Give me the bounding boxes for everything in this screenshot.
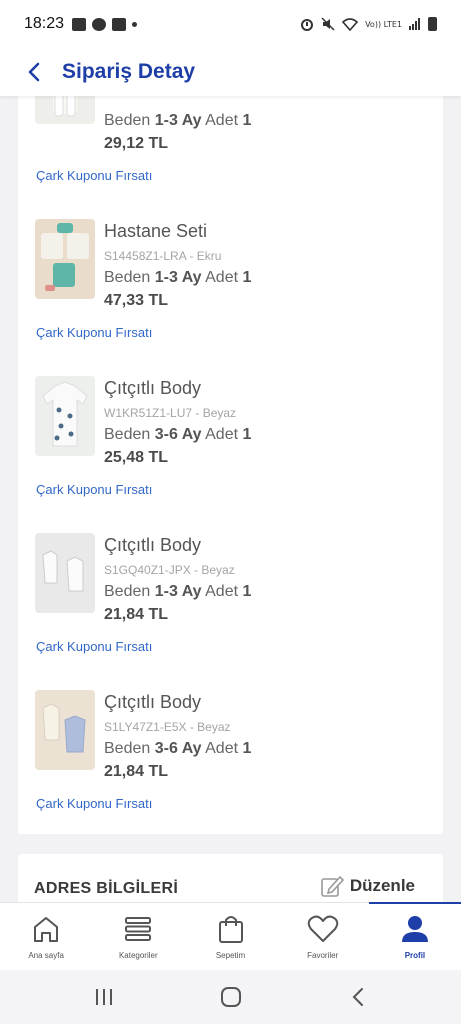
- product-price: 25,48 TL: [104, 449, 169, 466]
- product-code: S14458Z1-LRA - Ekru: [104, 249, 222, 263]
- product-photo-icon: [42, 381, 88, 447]
- nav-item-profile[interactable]: Profil: [368, 902, 461, 970]
- network-text: Vo)) LTE1: [365, 19, 402, 29]
- product-item: Hastane Seti S14458Z1-LRA - Ekru Beden 1…: [18, 219, 443, 376]
- product-price: 29,12 TL: [104, 135, 169, 152]
- mute-icon: [321, 17, 335, 31]
- product-price: 47,33 TL: [104, 292, 169, 309]
- product-image[interactable]: [35, 96, 95, 124]
- product-name: Hastane Seti: [104, 221, 208, 241]
- nav-label: Favoriler: [307, 951, 339, 960]
- address-card: ADRES BİLGİLERİ Düzenle: [18, 854, 443, 902]
- recent-apps-icon: [95, 989, 112, 1005]
- nav-label: Sepetim: [215, 951, 246, 960]
- product-item: Çıtçıtlı Body S1GQ40Z1-JPX - Beyaz Beden…: [18, 533, 443, 690]
- product-size: Beden 3-6 Ay Adet 1: [104, 740, 252, 757]
- home-circle-icon: [220, 987, 241, 1007]
- battery-icon: [428, 17, 437, 31]
- product-image[interactable]: [35, 219, 95, 299]
- content-scroll-area[interactable]: Beden 1-3 Ay Adet 1 29,12 TL Çark Kuponu…: [0, 96, 461, 902]
- product-item: Beden 1-3 Ay Adet 1 29,12 TL Çark Kuponu…: [18, 96, 443, 219]
- product-code: W1KR51Z1-LU7 - Beyaz: [104, 406, 237, 420]
- product-item: Çıtçıtlı Body S1LY47Z1-E5X - Beyaz Beden…: [18, 690, 443, 847]
- product-photo-icon: [41, 223, 89, 291]
- recent-apps-button[interactable]: [84, 977, 124, 1017]
- chevron-left-icon: [28, 62, 40, 82]
- nav-item-favorites[interactable]: Favoriler: [277, 903, 369, 970]
- product-image[interactable]: [35, 690, 95, 770]
- edit-address-button[interactable]: Düzenle: [320, 874, 415, 898]
- shopping-bag-icon: [218, 916, 243, 943]
- message-notification-icon: [112, 17, 127, 31]
- back-button[interactable]: [14, 52, 54, 92]
- edit-icon: [321, 875, 344, 897]
- nav-label: Profil: [404, 951, 426, 960]
- product-name: Çıtçıtlı Body: [104, 692, 202, 712]
- coupon-link[interactable]: Çark Kuponu Fırsatı: [36, 639, 152, 654]
- wifi-icon: [342, 17, 359, 31]
- app-header: Sipariş Detay: [0, 48, 461, 96]
- product-photo-icon: [42, 550, 84, 592]
- product-image[interactable]: [35, 376, 95, 456]
- product-price: 21,84 TL: [104, 606, 169, 623]
- nav-label: Kategoriler: [118, 951, 158, 960]
- nav-label: Ana sayfa: [28, 951, 64, 960]
- product-code: S1GQ40Z1-JPX - Beyaz: [104, 563, 235, 577]
- product-size: Beden 1-3 Ay Adet 1: [104, 112, 252, 129]
- home-icon: [34, 917, 59, 942]
- notification-icons: [72, 17, 138, 31]
- profile-icon: [401, 916, 428, 942]
- coupon-link[interactable]: Çark Kuponu Fırsatı: [36, 168, 152, 183]
- page-title: Sipariş Detay: [62, 60, 196, 83]
- product-code: S1LY47Z1-E5X - Beyaz: [104, 720, 231, 734]
- product-name: Çıtçıtlı Body: [104, 535, 202, 555]
- gallery-notification-icon: [72, 17, 87, 31]
- nav-item-home[interactable]: Ana sayfa: [0, 903, 92, 970]
- product-photo-icon: [42, 703, 86, 753]
- system-navigation-bar: [0, 970, 461, 1024]
- product-photo-icon: [53, 96, 77, 117]
- edit-label: Düzenle: [349, 876, 415, 895]
- heart-icon: [307, 915, 338, 942]
- alarm-icon: [301, 19, 314, 31]
- order-items-card: Beden 1-3 Ay Adet 1 29,12 TL Çark Kuponu…: [18, 96, 443, 834]
- status-bar: 18:23 Vo)) LTE1: [0, 0, 461, 48]
- nav-item-categories[interactable]: Kategoriler: [92, 903, 184, 970]
- product-size: Beden 3-6 Ay Adet 1: [104, 426, 252, 443]
- status-time: 18:23: [24, 15, 65, 32]
- coupon-link[interactable]: Çark Kuponu Fırsatı: [36, 325, 152, 340]
- product-size: Beden 1-3 Ay Adet 1: [104, 269, 252, 286]
- nav-item-cart[interactable]: Sepetim: [184, 903, 276, 970]
- coupon-link[interactable]: Çark Kuponu Fırsatı: [36, 796, 152, 811]
- line-notification-icon: [92, 17, 107, 31]
- home-button[interactable]: [211, 977, 251, 1017]
- product-size: Beden 1-3 Ay Adet 1: [104, 583, 252, 600]
- more-notifications-icon: [132, 21, 138, 27]
- status-right: Vo)) LTE1: [300, 17, 437, 31]
- product-image[interactable]: [35, 533, 95, 613]
- system-back-icon: [352, 988, 363, 1006]
- system-back-button[interactable]: [338, 977, 378, 1017]
- bottom-navigation: Ana sayfa Kategoriler Sepetim Favoriler: [0, 902, 461, 970]
- coupon-link[interactable]: Çark Kuponu Fırsatı: [36, 482, 152, 497]
- product-price: 21,84 TL: [104, 763, 169, 780]
- categories-icon: [125, 917, 152, 941]
- signal-icon: [409, 18, 420, 30]
- product-name: Çıtçıtlı Body: [104, 378, 202, 398]
- product-item: Çıtçıtlı Body W1KR51Z1-LU7 - Beyaz Beden…: [18, 376, 443, 533]
- address-section-title: ADRES BİLGİLERİ: [34, 880, 179, 897]
